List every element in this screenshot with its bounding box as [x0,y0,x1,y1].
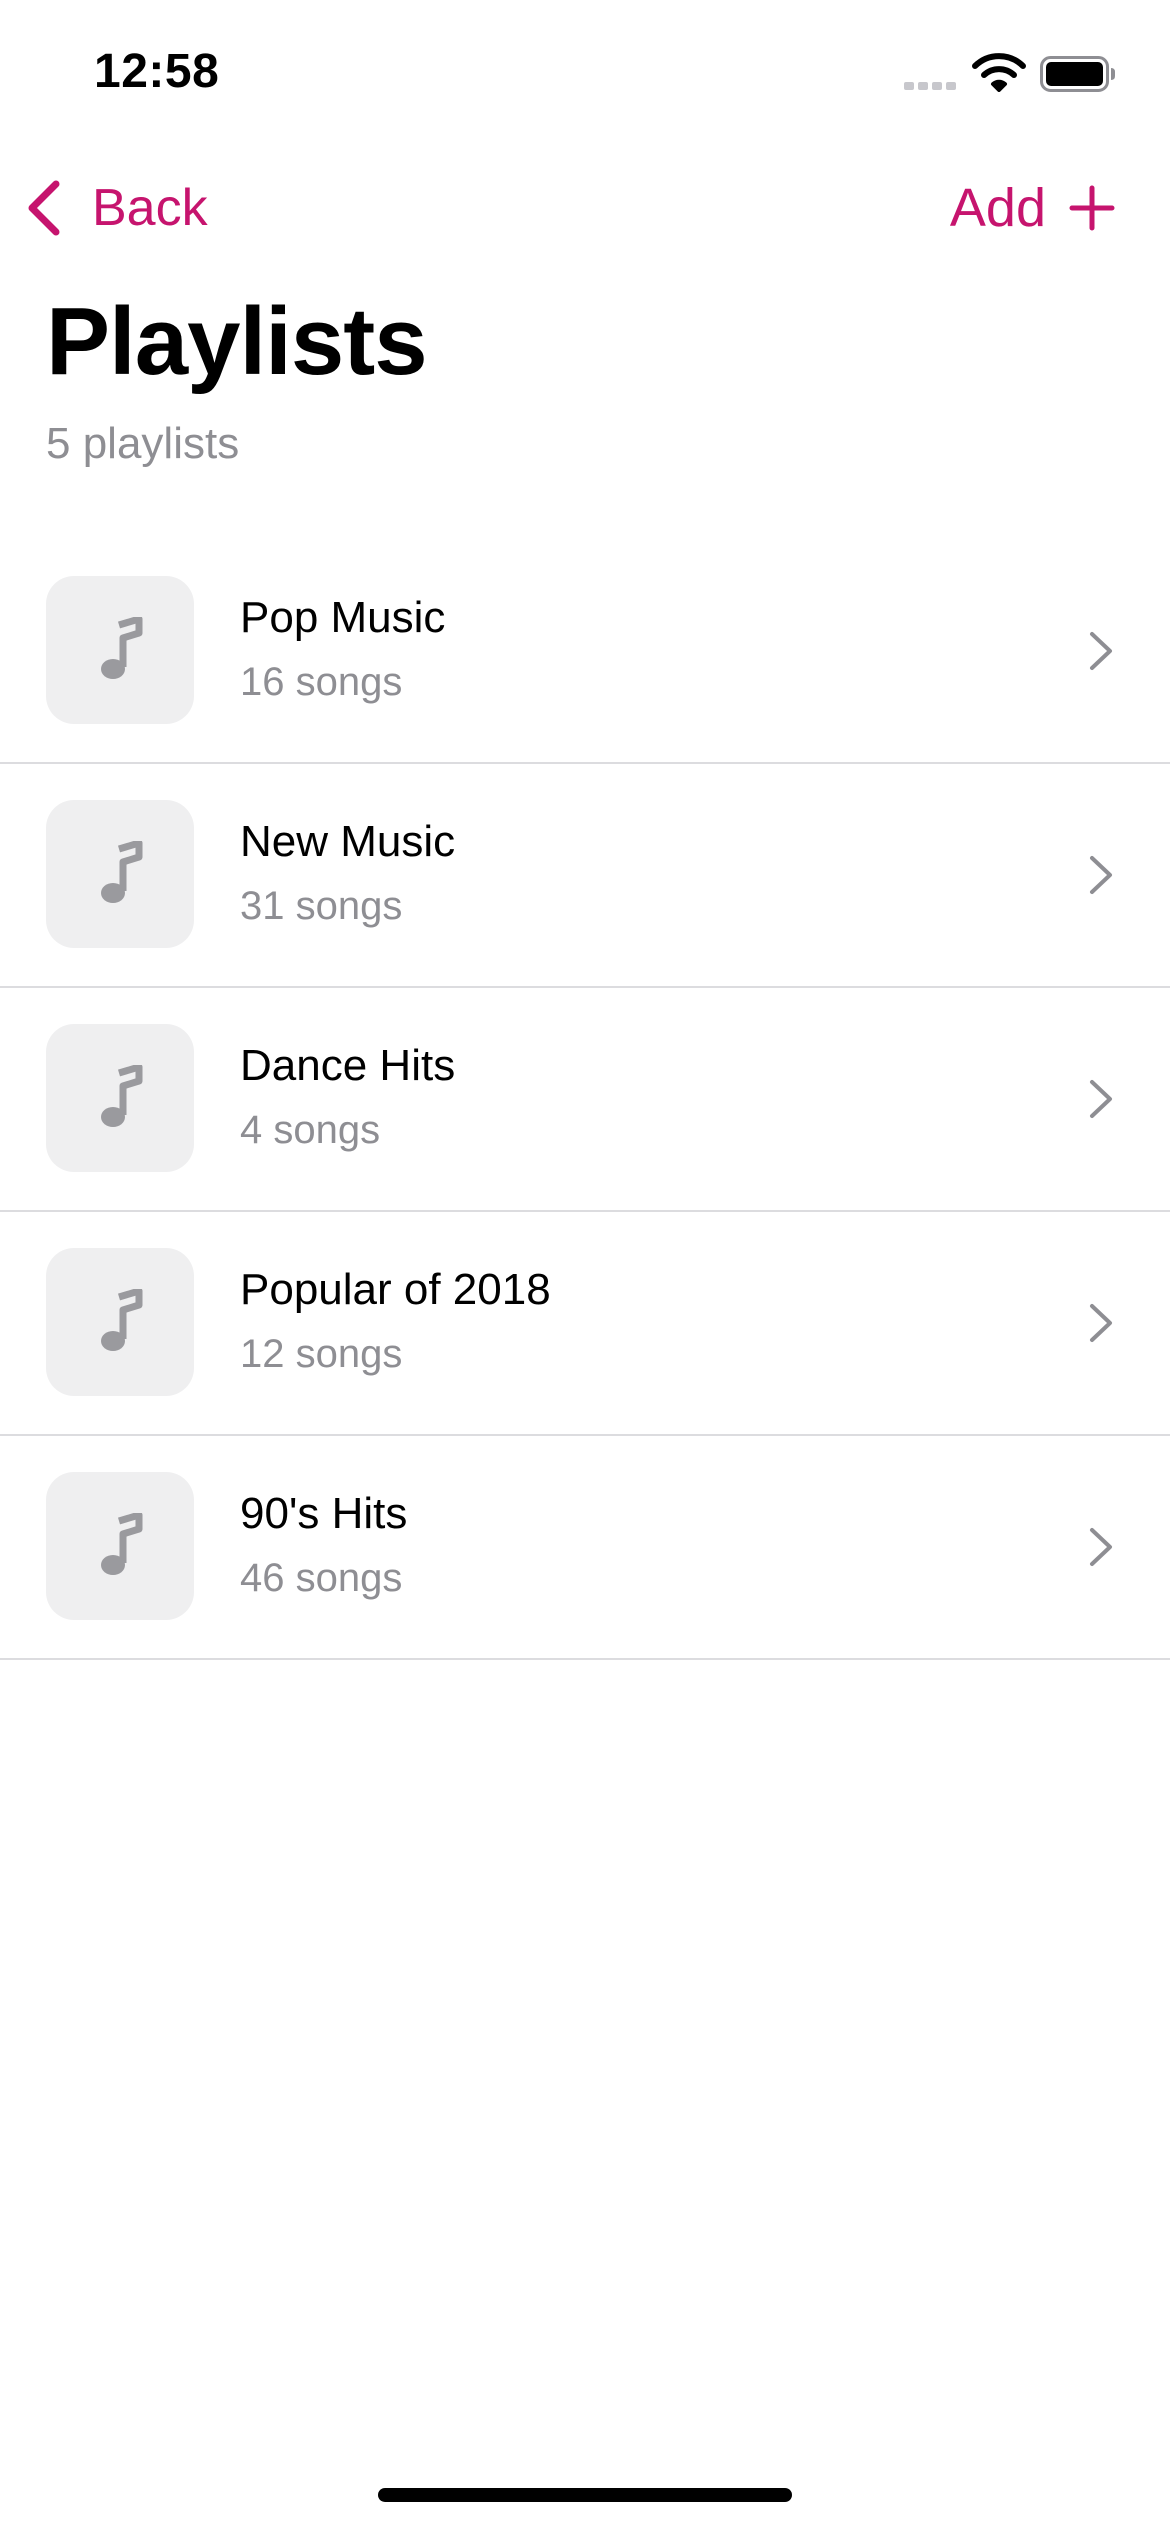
playlist-artwork [46,1472,194,1620]
add-button[interactable]: Add [950,170,1116,246]
music-note-icon [101,841,143,903]
music-note-icon [101,1513,143,1575]
chevron-right-icon [1090,856,1112,894]
playlist-artwork [46,576,194,724]
playlist-song-count: 31 songs [240,884,403,928]
status-bar: 12:58 [0,0,1170,140]
wifi-icon [972,53,1026,92]
status-time: 12:58 [94,45,220,98]
music-note-icon [101,1065,143,1127]
battery-icon [1040,56,1115,92]
playlist-count: 5 playlists [46,419,240,468]
chevron-right-icon [1090,1304,1112,1342]
playlist-song-count: 12 songs [240,1332,403,1376]
playlist-name: Dance Hits [240,1041,456,1090]
music-note-icon [101,617,143,679]
plus-icon [1069,185,1115,231]
playlist-row-90s-hits[interactable]: 90's Hits 46 songs [0,1436,1170,1660]
cellular-signal-icon [904,82,956,90]
playlist-row-new-music[interactable]: New Music 31 songs [0,764,1170,988]
back-button-label: Back [92,179,208,237]
playlist-name: 90's Hits [240,1489,408,1538]
playlist-name: New Music [240,817,456,866]
home-indicator[interactable] [378,2488,792,2502]
playlist-row-popular-of-2018[interactable]: Popular of 2018 12 songs [0,1212,1170,1436]
add-button-label: Add [949,178,1046,238]
playlist-row-pop-music[interactable]: Pop Music 16 songs [0,540,1170,764]
page-title: Playlists [46,288,428,395]
playlist-song-count: 46 songs [240,1556,403,1600]
playlist-name: Pop Music [240,593,446,642]
playlist-artwork [46,1024,194,1172]
playlist-song-count: 16 songs [240,660,403,704]
playlist-list: Pop Music 16 songs New Music 31 songs Da… [0,540,1170,1660]
chevron-right-icon [1090,632,1112,670]
playlist-row-dance-hits[interactable]: Dance Hits 4 songs [0,988,1170,1212]
chevron-right-icon [1090,1528,1112,1566]
chevron-left-icon [28,180,60,236]
playlist-name: Popular of 2018 [240,1265,551,1314]
back-button[interactable]: Back [24,170,208,246]
chevron-right-icon [1090,1080,1112,1118]
playlist-artwork [46,1248,194,1396]
music-note-icon [101,1289,143,1351]
playlist-song-count: 4 songs [240,1108,381,1152]
playlist-artwork [46,800,194,948]
